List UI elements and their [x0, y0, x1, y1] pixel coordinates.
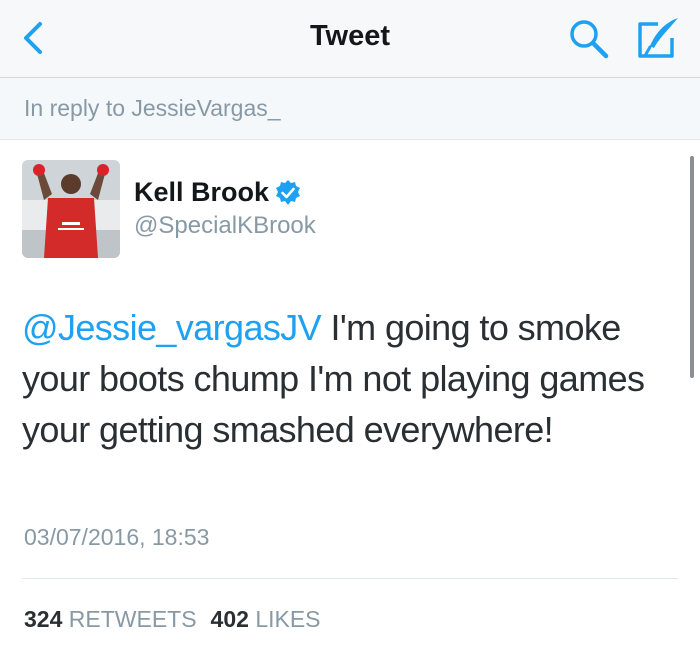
divider [22, 578, 678, 579]
retweets-count: 324 [24, 606, 63, 632]
tweet-stats: 324 RETWEETS 402 LIKES [24, 606, 321, 633]
reply-context-bar[interactable]: In reply to JessieVargas_ [0, 78, 700, 140]
mention-link[interactable]: @Jessie_vargasJV [22, 307, 322, 348]
reply-context-text: In reply to JessieVargas_ [24, 95, 281, 121]
likes-count: 402 [210, 606, 249, 632]
author-name[interactable]: Kell Brook [134, 177, 269, 208]
tweet-text: @Jessie_vargasJV I'm going to smoke your… [22, 302, 672, 455]
likes-label: LIKES [255, 606, 321, 632]
navigation-bar: Tweet [0, 0, 700, 78]
avatar[interactable] [22, 160, 120, 258]
scrollbar[interactable] [690, 156, 694, 378]
verified-badge-icon [274, 179, 302, 207]
tweet-timestamp: 03/07/2016, 18:53 [24, 524, 210, 550]
likes-stat[interactable]: 402 LIKES [211, 606, 321, 632]
compose-icon[interactable] [632, 14, 682, 64]
search-icon[interactable] [566, 16, 612, 62]
author-handle[interactable]: @SpecialKBrook [134, 212, 316, 240]
retweets-label: RETWEETS [68, 606, 197, 632]
retweets-stat[interactable]: 324 RETWEETS [24, 606, 197, 632]
